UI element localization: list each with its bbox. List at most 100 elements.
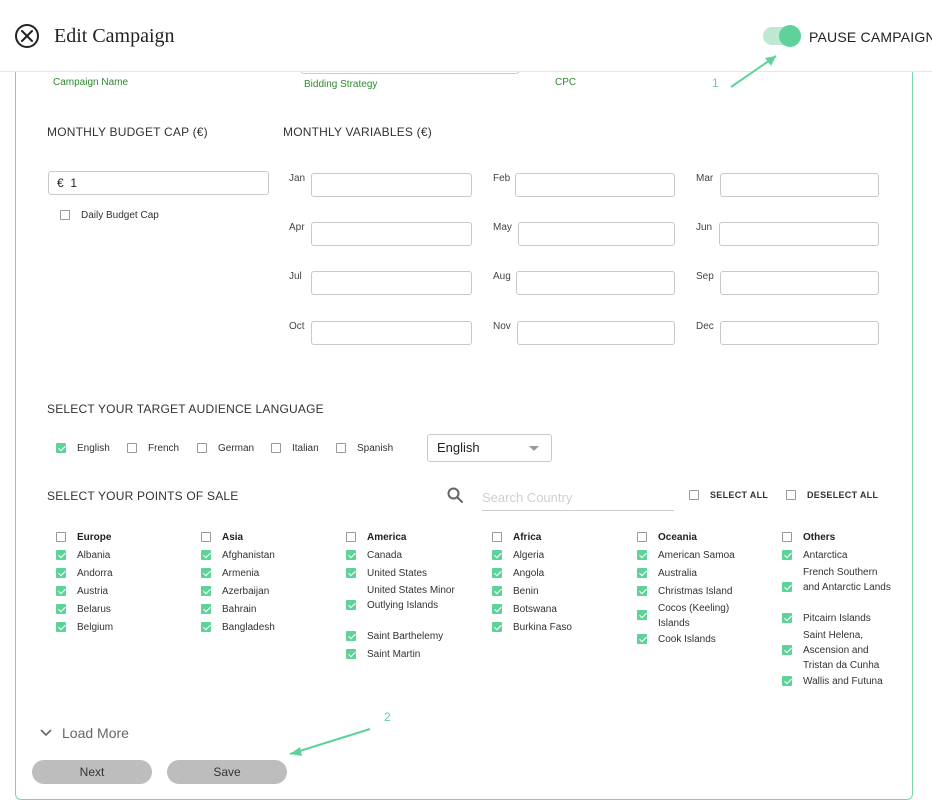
country-checkbox-benin[interactable] bbox=[492, 586, 502, 596]
month-input-may[interactable] bbox=[518, 222, 675, 246]
country-label-united-states: United States bbox=[367, 568, 428, 579]
country-checkbox-burkina-faso[interactable] bbox=[492, 622, 502, 632]
country-checkbox-us-minor-outlying-islands[interactable] bbox=[346, 600, 356, 610]
country-checkbox-albania[interactable] bbox=[56, 550, 66, 560]
country-checkbox-saint-barthelemy[interactable] bbox=[346, 631, 356, 641]
month-label-nov: Nov bbox=[493, 321, 511, 332]
country-label-us-minor-outlying-islands: United States Minor Outlying Islands bbox=[367, 585, 455, 611]
country-checkbox-american-samoa[interactable] bbox=[637, 550, 647, 560]
country-checkbox-antarctica[interactable] bbox=[782, 550, 792, 560]
pause-campaign-toggle[interactable] bbox=[763, 25, 801, 47]
country-checkbox-saint-helena[interactable] bbox=[782, 645, 792, 655]
country-checkbox-french-southern-lands[interactable] bbox=[782, 582, 792, 592]
country-checkbox-armenia[interactable] bbox=[201, 568, 211, 578]
monthly-budget-input[interactable]: € 1 bbox=[48, 171, 269, 195]
region-checkbox-oceania[interactable] bbox=[637, 532, 647, 542]
country-checkbox-christmas-island[interactable] bbox=[637, 586, 647, 596]
toggle-knob bbox=[779, 25, 801, 47]
region-label-others: Others bbox=[803, 532, 836, 543]
country-label-belgium: Belgium bbox=[77, 622, 114, 633]
month-input-aug[interactable] bbox=[516, 271, 675, 295]
country-checkbox-belarus[interactable] bbox=[56, 604, 66, 614]
country-label-angola: Angola bbox=[513, 568, 545, 579]
month-label-sep: Sep bbox=[696, 271, 714, 282]
country-checkbox-saint-martin[interactable] bbox=[346, 649, 356, 659]
language-select[interactable]: English bbox=[427, 434, 552, 462]
select-all-checkbox[interactable] bbox=[689, 490, 699, 500]
region-label-oceania: Oceania bbox=[658, 532, 697, 543]
month-input-apr[interactable] bbox=[311, 222, 472, 246]
region-checkbox-others[interactable] bbox=[782, 532, 792, 542]
month-input-jun[interactable] bbox=[719, 222, 879, 246]
month-input-mar[interactable] bbox=[720, 173, 879, 197]
language-checkbox-german[interactable] bbox=[197, 443, 207, 453]
month-input-oct[interactable] bbox=[311, 321, 472, 345]
month-input-jul[interactable] bbox=[311, 271, 472, 295]
month-input-nov[interactable] bbox=[517, 321, 675, 345]
country-label-saint-martin: Saint Martin bbox=[367, 649, 421, 660]
region-checkbox-africa[interactable] bbox=[492, 532, 502, 542]
month-label-jan: Jan bbox=[289, 173, 306, 184]
language-checkbox-french[interactable] bbox=[127, 443, 137, 453]
country-label-saint-barthelemy: Saint Barthelemy bbox=[367, 631, 444, 642]
month-input-jan[interactable] bbox=[311, 173, 472, 197]
budget-value: 1 bbox=[70, 176, 78, 190]
daily-budget-cap-label: Daily Budget Cap bbox=[81, 210, 159, 221]
deselect-all-checkbox[interactable] bbox=[786, 490, 796, 500]
country-label-saint-helena: Saint Helena, Ascension and Tristan da C… bbox=[803, 630, 880, 671]
month-label-feb: Feb bbox=[493, 173, 511, 184]
deselect-all-label: DESELECT ALL bbox=[807, 490, 879, 500]
campaign-name-label: Campaign Name bbox=[53, 77, 129, 88]
language-checkbox-english[interactable] bbox=[56, 443, 66, 453]
language-checkbox-italian[interactable] bbox=[271, 443, 281, 453]
next-button[interactable]: Next bbox=[32, 760, 152, 784]
target-language-title: SELECT YOUR TARGET AUDIENCE LANGUAGE bbox=[47, 402, 324, 416]
country-label-wallis-and-futuna: Wallis and Futuna bbox=[803, 676, 883, 687]
country-checkbox-pitcairn-islands[interactable] bbox=[782, 613, 792, 623]
save-button[interactable]: Save bbox=[167, 760, 287, 784]
country-checkbox-cook-islands[interactable] bbox=[637, 634, 647, 644]
annotation-number-1: 1 bbox=[712, 76, 719, 90]
region-checkbox-europe[interactable] bbox=[56, 532, 66, 542]
country-checkbox-angola[interactable] bbox=[492, 568, 502, 578]
country-checkbox-azerbaijan[interactable] bbox=[201, 586, 211, 596]
cpc-label: CPC bbox=[555, 77, 577, 88]
month-input-sep[interactable] bbox=[720, 271, 879, 295]
region-checkbox-america[interactable] bbox=[346, 532, 356, 542]
country-label-afghanistan: Afghanistan bbox=[222, 550, 275, 561]
country-label-antarctica: Antarctica bbox=[803, 550, 848, 561]
chevron-down-icon bbox=[529, 446, 539, 451]
country-checkbox-australia[interactable] bbox=[637, 568, 647, 578]
close-icon[interactable] bbox=[15, 24, 39, 48]
country-checkbox-belgium[interactable] bbox=[56, 622, 66, 632]
country-label-christmas-island: Christmas Island bbox=[658, 586, 733, 597]
country-checkbox-botswana[interactable] bbox=[492, 604, 502, 614]
country-checkbox-cocos-keeling-islands[interactable] bbox=[637, 610, 647, 620]
daily-budget-cap-checkbox[interactable] bbox=[60, 210, 70, 220]
country-checkbox-united-states[interactable] bbox=[346, 568, 356, 578]
country-label-bangladesh: Bangladesh bbox=[222, 622, 275, 633]
load-more-label: Load More bbox=[62, 725, 129, 741]
region-checkbox-asia[interactable] bbox=[201, 532, 211, 542]
month-input-dec[interactable] bbox=[720, 321, 879, 345]
country-label-austria: Austria bbox=[77, 586, 109, 597]
region-label-america: America bbox=[367, 532, 407, 543]
country-checkbox-wallis-and-futuna[interactable] bbox=[782, 676, 792, 686]
language-select-value: English bbox=[437, 440, 480, 455]
month-label-jun: Jun bbox=[696, 222, 713, 233]
country-checkbox-bangladesh[interactable] bbox=[201, 622, 211, 632]
country-checkbox-algeria[interactable] bbox=[492, 550, 502, 560]
month-input-feb[interactable] bbox=[515, 173, 675, 197]
country-label-pitcairn-islands: Pitcairn Islands bbox=[803, 613, 871, 624]
search-country-input[interactable] bbox=[482, 485, 674, 511]
page-title: Edit Campaign bbox=[54, 25, 175, 47]
country-checkbox-canada[interactable] bbox=[346, 550, 356, 560]
country-checkbox-austria[interactable] bbox=[56, 586, 66, 596]
language-checkbox-spanish[interactable] bbox=[336, 443, 346, 453]
country-checkbox-bahrain[interactable] bbox=[201, 604, 211, 614]
country-checkbox-andorra[interactable] bbox=[56, 568, 66, 578]
country-label-french-southern-lands: French Southern and Antarctic Lands bbox=[803, 567, 891, 593]
country-checkbox-afghanistan[interactable] bbox=[201, 550, 211, 560]
search-icon[interactable] bbox=[447, 487, 463, 508]
load-more-button[interactable]: Load More bbox=[40, 725, 129, 741]
